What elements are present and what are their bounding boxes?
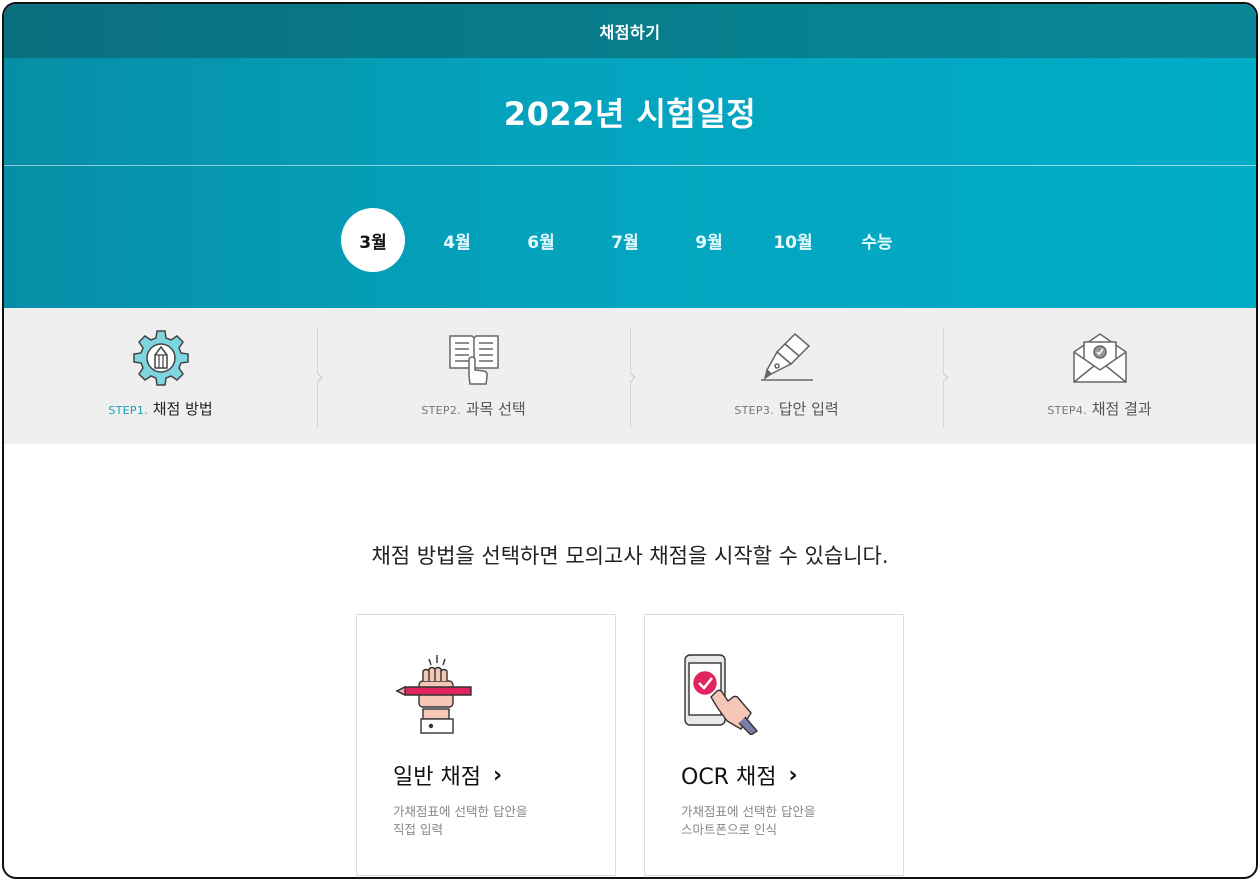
ocr-grading-card[interactable]: OCR 채점 › 가채점표에 선택한 답안을 스마트폰으로 인식 (644, 614, 904, 876)
book-hand-icon (448, 335, 499, 385)
step-1: STEP1. 채점 방법 (4, 308, 317, 444)
step-3: STEP3. 답안 입력 (630, 308, 943, 444)
hand-pen-icon (395, 655, 472, 734)
card-title: 일반 채점 (393, 765, 481, 790)
schedule-hero: 2022년 시험일정 3월 4월 6월 7월 9월 10월 수능 (4, 58, 1256, 308)
pen-nib-icon (760, 332, 813, 381)
phone-touch-icon (684, 654, 759, 735)
header-title: 채점하기 (599, 23, 661, 42)
tab-month-10[interactable]: 10월 (761, 208, 825, 272)
step-number: STEP4. (1047, 404, 1087, 417)
tab-month-6[interactable]: 6월 (509, 208, 573, 272)
intro-text: 채점 방법을 선택하면 모의고사 채점을 시작할 수 있습니다. (371, 544, 889, 568)
card-desc-line1: 가채점표에 선택한 답안을 (393, 804, 528, 819)
step-label: 채점 방법 (152, 400, 213, 418)
gear-pencil-icon (132, 330, 189, 386)
card-title: OCR 채점 (681, 765, 777, 790)
envelope-check-icon (1072, 333, 1127, 383)
chevron-right-icon: › (788, 762, 798, 788)
tab-suneung[interactable]: 수능 (845, 208, 909, 272)
hero-title: 2022년 시험일정 (4, 58, 1256, 166)
step-4: STEP4. 채점 결과 (943, 308, 1256, 444)
chevron-right-icon: › (492, 762, 503, 788)
step-label: 과목 선택 (465, 400, 526, 418)
tab-month-7[interactable]: 7월 (593, 208, 657, 272)
step-label: 답안 입력 (778, 400, 839, 418)
tab-month-3[interactable]: 3월 (341, 208, 405, 272)
step-label: 채점 결과 (1091, 400, 1152, 418)
method-cards: 일반 채점 › 가채점표에 선택한 답안을 직접 입력 OCR 채점 › 가채점… (4, 614, 1256, 876)
tab-month-4[interactable]: 4월 (425, 208, 489, 272)
month-tabs: 3월 4월 6월 7월 9월 10월 수능 (4, 208, 1256, 272)
card-desc-line2: 스마트폰으로 인식 (681, 822, 777, 837)
top-header: 채점하기 (4, 4, 1256, 58)
step-number: STEP2. (421, 404, 461, 417)
step-2: STEP2. 과목 선택 (317, 308, 630, 444)
tab-month-9[interactable]: 9월 (677, 208, 741, 272)
app-window: 채점하기 2022년 시험일정 3월 4월 6월 7월 9월 10월 수능 ST… (2, 2, 1258, 879)
step-number: STEP1. (108, 404, 148, 417)
card-desc-line2: 직접 입력 (393, 822, 443, 837)
manual-grading-card[interactable]: 일반 채점 › 가채점표에 선택한 답안을 직접 입력 (356, 614, 616, 876)
card-desc-line1: 가채점표에 선택한 답안을 (681, 804, 816, 819)
step-number: STEP3. (734, 404, 774, 417)
step-progress: STEP1. 채점 방법 STEP2. 과목 선택 STEP3. 답안 입력 S… (4, 308, 1256, 444)
